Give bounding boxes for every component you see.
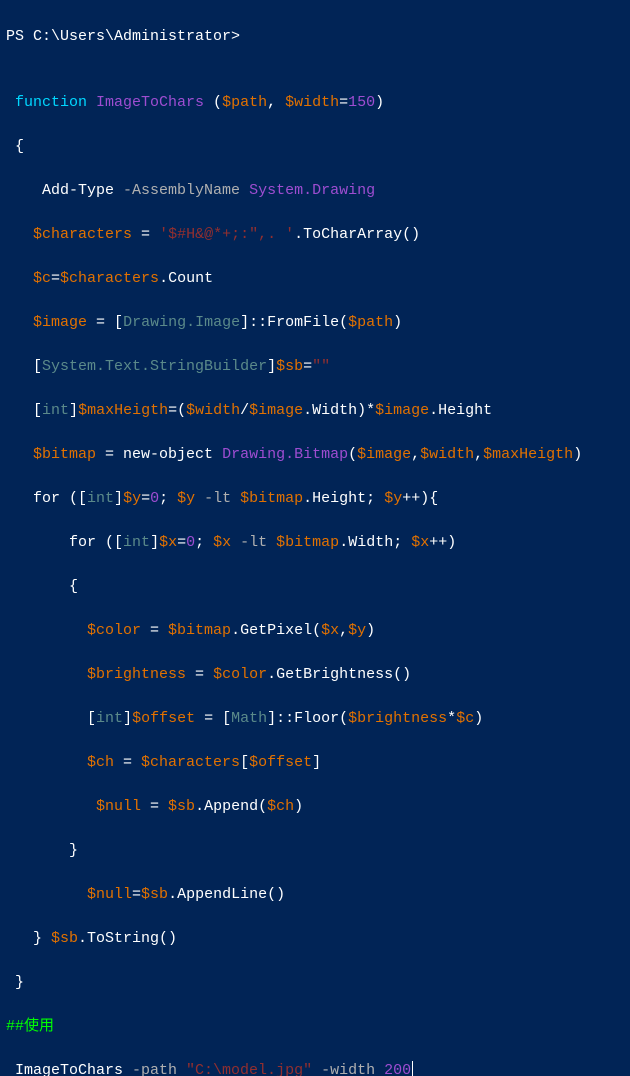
code-line: { (6, 576, 624, 598)
code-line: $bitmap = new-object Drawing.Bitmap($ima… (6, 444, 624, 466)
code-line: } $sb.ToString() (6, 928, 624, 950)
code-line: [int]$offset = [Math]::Floor($brightness… (6, 708, 624, 730)
comment-line: ##使用 (6, 1016, 624, 1038)
code-line: for ([int]$x=0; $x -lt $bitmap.Width; $x… (6, 532, 624, 554)
code-line: $characters = '$#H&@*+;:",. '.ToCharArra… (6, 224, 624, 246)
code-line: [int]$maxHeigth=($width/$image.Width)*$i… (6, 400, 624, 422)
code-line: $null = $sb.Append($ch) (6, 796, 624, 818)
powershell-terminal[interactable]: PS C:\Users\Administrator> function Imag… (0, 0, 630, 1076)
prompt-line: PS C:\Users\Administrator> (6, 28, 240, 45)
code-line: $image = [Drawing.Image]::FromFile($path… (6, 312, 624, 334)
code-line: $color = $bitmap.GetPixel($x,$y) (6, 620, 624, 642)
code-line: function ImageToChars ($path, $width=150… (6, 92, 624, 114)
code-line: Add-Type -AssemblyName System.Drawing (6, 180, 624, 202)
code-line: [System.Text.StringBuilder]$sb="" (6, 356, 624, 378)
cursor-icon (412, 1061, 413, 1076)
code-line: { (6, 136, 624, 158)
code-line: $brightness = $color.GetBrightness() (6, 664, 624, 686)
input-line[interactable]: ImageToChars -path "C:\model.jpg" -width… (6, 1060, 624, 1076)
code-line: } (6, 972, 624, 994)
code-line: $ch = $characters[$offset] (6, 752, 624, 774)
code-line: $c=$characters.Count (6, 268, 624, 290)
code-line: for ([int]$y=0; $y -lt $bitmap.Height; $… (6, 488, 624, 510)
code-line: $null=$sb.AppendLine() (6, 884, 624, 906)
code-line: } (6, 840, 624, 862)
